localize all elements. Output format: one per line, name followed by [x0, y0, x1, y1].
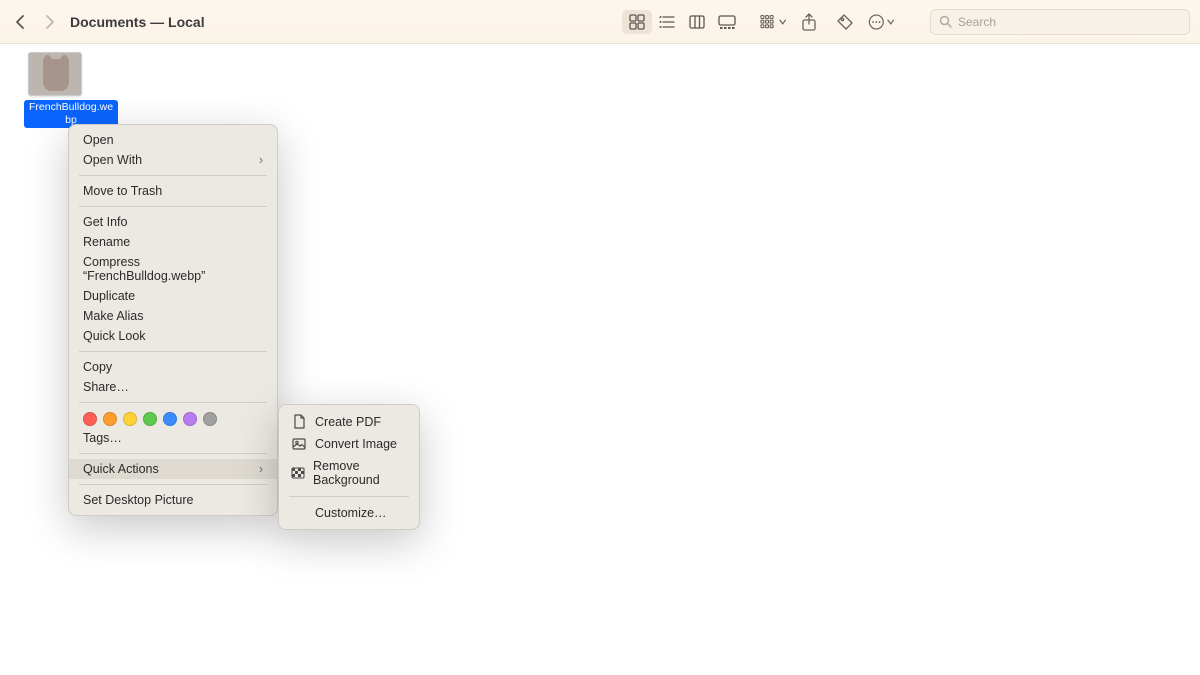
qa-convert-image[interactable]: Convert Image: [279, 433, 419, 455]
tags-button[interactable]: [832, 10, 858, 34]
gallery-view-button[interactable]: [712, 10, 742, 34]
group-by-button[interactable]: [760, 10, 786, 34]
tag-color-dot[interactable]: [183, 412, 197, 426]
actions-button[interactable]: [868, 10, 894, 34]
search-field[interactable]: Search: [930, 9, 1190, 35]
tag-color-dot[interactable]: [203, 412, 217, 426]
ctx-duplicate[interactable]: Duplicate: [69, 286, 277, 306]
menu-separator: [79, 402, 267, 403]
ctx-move-to-trash[interactable]: Move to Trash: [69, 181, 277, 201]
qa-create-pdf[interactable]: Create PDF: [279, 410, 419, 433]
document-icon: [291, 414, 307, 429]
quick-actions-submenu: Create PDF Convert Image Remove Backgrou…: [278, 404, 420, 530]
image-icon: [291, 438, 307, 450]
toolbar: Documents — Local Se: [0, 0, 1200, 44]
ctx-share[interactable]: Share…: [69, 377, 277, 397]
ctx-open[interactable]: Open: [69, 130, 277, 150]
window-title: Documents — Local: [70, 14, 205, 30]
tag-color-dot[interactable]: [143, 412, 157, 426]
ctx-tags[interactable]: Tags…: [69, 428, 277, 448]
menu-separator: [79, 453, 267, 454]
menu-separator: [79, 351, 267, 352]
ctx-make-alias[interactable]: Make Alias: [69, 306, 277, 326]
ctx-quick-actions[interactable]: Quick Actions›: [69, 459, 277, 479]
file-thumbnail: [28, 52, 82, 96]
qa-customize[interactable]: Customize…: [279, 502, 419, 524]
tag-color-dot[interactable]: [163, 412, 177, 426]
search-icon: [939, 15, 952, 28]
chevron-right-icon: ›: [259, 462, 263, 476]
menu-separator: [289, 496, 409, 497]
ctx-get-info[interactable]: Get Info: [69, 212, 277, 232]
ctx-set-desktop-picture[interactable]: Set Desktop Picture: [69, 490, 277, 510]
column-view-button[interactable]: [682, 10, 712, 34]
back-button[interactable]: [10, 11, 32, 33]
view-switcher: [622, 10, 742, 34]
menu-separator: [79, 175, 267, 176]
menu-separator: [79, 484, 267, 485]
menu-separator: [79, 206, 267, 207]
list-view-button[interactable]: [652, 10, 682, 34]
ctx-quick-look[interactable]: Quick Look: [69, 326, 277, 346]
content-area[interactable]: FrenchBulldog.we bp Open Open With› Move…: [0, 44, 1200, 675]
search-placeholder: Search: [958, 15, 996, 29]
qa-remove-background[interactable]: Remove Background: [279, 455, 419, 491]
checker-icon: [291, 467, 305, 479]
tag-color-dot[interactable]: [103, 412, 117, 426]
file-item[interactable]: FrenchBulldog.we bp: [24, 52, 86, 128]
icon-view-button[interactable]: [622, 10, 652, 34]
forward-button[interactable]: [38, 11, 60, 33]
tag-color-dot[interactable]: [123, 412, 137, 426]
context-menu: Open Open With› Move to Trash Get Info R…: [68, 124, 278, 516]
chevron-right-icon: ›: [259, 153, 263, 167]
ctx-copy[interactable]: Copy: [69, 357, 277, 377]
ctx-compress[interactable]: Compress “FrenchBulldog.webp”: [69, 252, 277, 286]
ctx-open-with[interactable]: Open With›: [69, 150, 277, 170]
share-button[interactable]: [796, 10, 822, 34]
ctx-tag-colors: [69, 408, 277, 428]
tag-color-dot[interactable]: [83, 412, 97, 426]
ctx-rename[interactable]: Rename: [69, 232, 277, 252]
